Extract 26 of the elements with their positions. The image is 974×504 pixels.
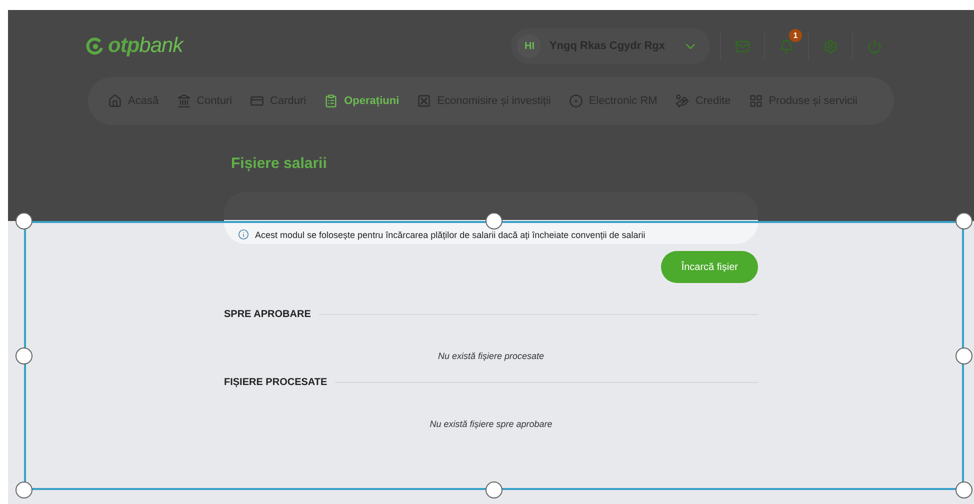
brand-logo: otpbank (108, 34, 183, 58)
bell-icon (779, 38, 794, 54)
info-icon (238, 229, 249, 240)
notifications-button[interactable]: 1 (764, 31, 808, 61)
clipboard-icon (324, 94, 338, 108)
page-title: Fișiere salarii (231, 155, 328, 172)
section-heading: SPRE APROBARE (224, 309, 311, 320)
logo-icon (86, 37, 104, 55)
info-text: Acest modul se folosește pentru încărcarea plăților de salarii dacă ați încheiate convenții de salarii (255, 230, 646, 240)
notification-count-badge: 1 (789, 29, 802, 42)
nav-tab[interactable]: Operațiuni (324, 94, 400, 108)
home-icon (108, 94, 122, 108)
upload-file-button[interactable]: Încarcă fișier (661, 251, 758, 283)
settings-icon (823, 38, 838, 54)
safe-icon (417, 94, 432, 108)
coin-icon (568, 94, 583, 108)
mail-icon (735, 38, 750, 54)
section-heading: FIȘIERE PROCESATE (224, 377, 328, 388)
empty-state-text: Nu există fișiere procesate (438, 351, 544, 361)
user-initials-avatar: HI (517, 34, 542, 58)
power-icon (867, 38, 882, 54)
card-icon (250, 94, 264, 108)
empty-state-text: Nu există fișiere spre aprobare (430, 419, 552, 429)
grid-icon (748, 94, 763, 108)
hand-coins-icon (675, 94, 690, 108)
bank-building-icon (176, 94, 191, 108)
